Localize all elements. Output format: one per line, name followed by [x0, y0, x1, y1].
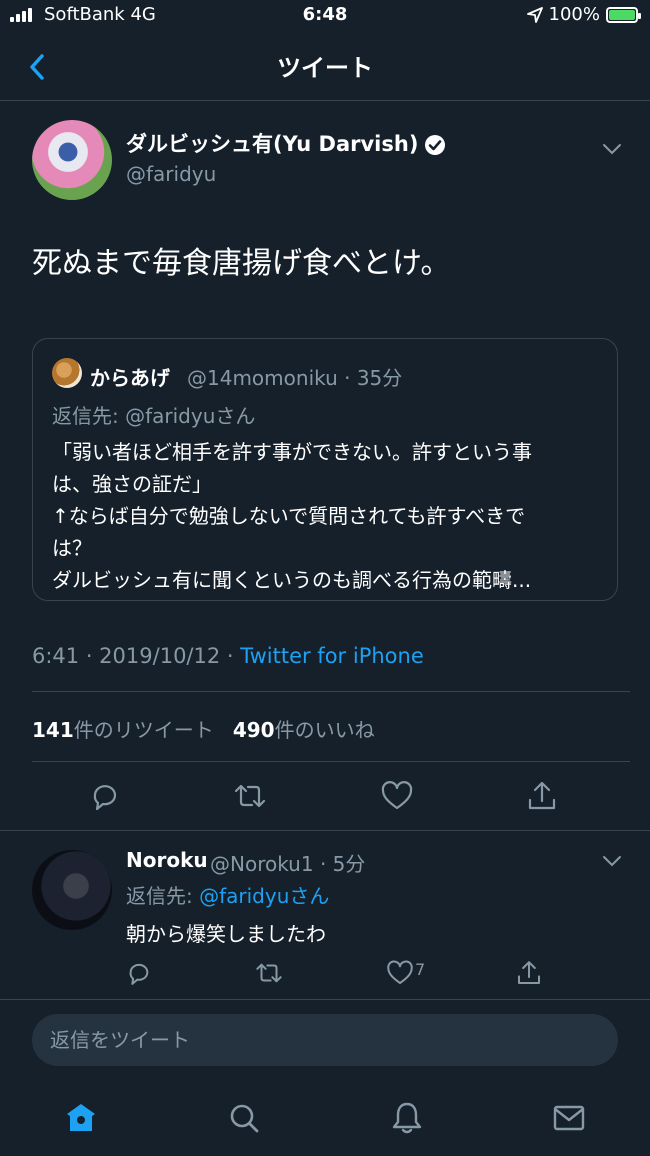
quoted-line: 「弱い者ほど相手を許す事ができない。許すという事 [52, 440, 532, 464]
home-icon[interactable] [63, 1100, 99, 1136]
author-name[interactable]: ダルビッシュ有(Yu Darvish) [126, 128, 418, 158]
quoted-text: 「弱い者ほど相手を許す事ができない。許すという事 は、強さの証だ」 ↑ならば自分… [52, 436, 600, 596]
reply-to-user[interactable]: @faridyuさん [199, 884, 329, 908]
quoted-author-name: からあげ [90, 366, 170, 390]
share-icon[interactable] [514, 958, 544, 988]
retweet-icon[interactable] [232, 778, 268, 814]
quoted-line: は？ [52, 536, 92, 560]
chevron-down-icon[interactable] [600, 852, 624, 870]
page-title: ツイート [277, 54, 373, 82]
search-icon[interactable] [226, 1100, 262, 1136]
status-bar: SoftBank 4G 6:48 100% [0, 0, 650, 34]
share-icon[interactable] [524, 778, 560, 814]
reply-icon[interactable] [124, 958, 154, 988]
header-divider [0, 100, 650, 101]
like-icon[interactable] [385, 958, 415, 988]
tweet-meta: 6:41 · 2019/10/12 · Twitter for iPhone [32, 644, 424, 668]
chevron-down-icon[interactable] [600, 140, 624, 158]
quoted-line: は、強さの証だ」 [52, 472, 212, 496]
tweet-text: 死ぬまで毎食唐揚げ食べとけ。 [32, 246, 451, 281]
actions-divider [0, 830, 650, 831]
retweet-count[interactable]: 141 [32, 718, 74, 742]
quoted-line: ↑ならば自分で勉強しないで質問されても許すべきで [52, 504, 526, 528]
like-count[interactable]: 490 [233, 718, 275, 742]
verified-icon [425, 135, 445, 155]
tweet-stats: 141件のリツイート 490件のいいね [32, 714, 375, 743]
avatar[interactable] [32, 850, 112, 930]
reply-to-prefix: 返信先: [126, 884, 200, 908]
reply-text: 朝から爆笑しましたわ [126, 922, 326, 946]
like-label[interactable]: 件のいいね [275, 718, 375, 742]
quoted-line: ダルビッシュ有に聞くというのも調べる行為の範疇... [52, 568, 532, 592]
battery-icon [606, 6, 641, 23]
reply-like-count: 7 [415, 960, 426, 979]
source-link[interactable]: Twitter for iPhone [240, 644, 424, 668]
quoted-handle-time: @14momoniku · 35分 [187, 366, 403, 390]
quoted-avatar [52, 358, 82, 388]
reply-icon[interactable] [87, 778, 123, 814]
location-icon [526, 6, 543, 23]
stats-divider [32, 761, 630, 762]
meta-divider [32, 691, 630, 692]
avatar[interactable] [32, 120, 112, 200]
notifications-icon[interactable] [389, 1100, 425, 1136]
battery-percent: 100% [548, 4, 600, 25]
retweet-label[interactable]: 件のリツイート [74, 718, 214, 742]
reply-handle-time[interactable]: @Noroku1 · 5分 [210, 848, 365, 877]
messages-icon[interactable] [551, 1100, 587, 1136]
reply-to: 返信先: @faridyuさん [126, 880, 329, 909]
quoted-reply-to: 返信先: @faridyuさん [52, 404, 256, 428]
reply-input[interactable] [32, 1014, 618, 1066]
reply-author-name[interactable]: Noroku [126, 848, 208, 872]
like-icon[interactable] [379, 778, 415, 814]
reply-divider [0, 999, 650, 1000]
retweet-icon[interactable] [254, 958, 284, 988]
author-handle[interactable]: @faridyu [126, 162, 216, 186]
timestamp: 6:41 · 2019/10/12 · [32, 644, 241, 668]
